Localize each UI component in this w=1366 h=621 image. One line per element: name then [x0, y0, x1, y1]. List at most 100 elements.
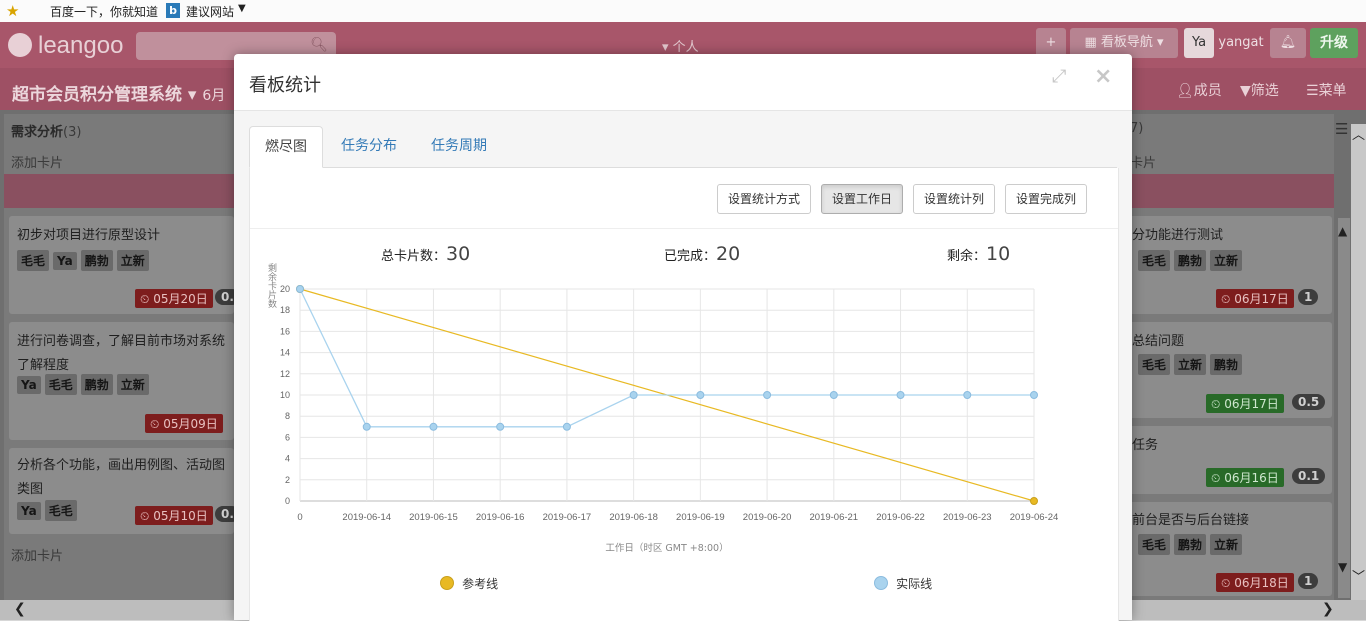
x-tick-label: 2019-06-22 [876, 512, 925, 523]
tab-burndown[interactable]: 燃尽图 [249, 126, 323, 168]
y-tick-label: 10 [280, 390, 290, 400]
card[interactable]: 总结问题 毛毛 立新 鹏勃 ⏲ 06月17日 0.5 [1128, 322, 1332, 418]
card-tags: Ya 毛毛 鹏勃 立新 [17, 374, 153, 395]
legend-reference-swatch [440, 576, 454, 590]
burndown-chart: 0 2 4 6 8 10 12 14 16 18 20 0 2019-06-14 2019-06-15 20… [268, 262, 1059, 554]
card-title: 总结问题 [1132, 334, 1185, 349]
card-tags: Ya 毛毛 [17, 500, 81, 521]
legend-reference-label: 参考线 [462, 577, 499, 591]
actual-point [562, 422, 571, 431]
x-tick-label: 2019-06-20 [743, 512, 792, 523]
column-count: 7) [1130, 121, 1144, 136]
favorite-baidu[interactable]: 百度一下，你就知道 [50, 3, 158, 20]
upgrade-button[interactable]: 升级 [1310, 28, 1358, 58]
expand-icon[interactable]: ⤢ [1052, 66, 1066, 87]
page-scrollbar[interactable] [1351, 124, 1366, 600]
grid-icon: ▦ [1084, 35, 1101, 50]
card-title: 初步对项目进行原型设计 [17, 228, 161, 243]
estimate-badge: 0. [215, 506, 234, 522]
y-tick-label: 18 [280, 305, 290, 315]
legend-actual[interactable]: 实际线 [874, 575, 932, 592]
tab-bar: 燃尽图 任务分布 任务周期 [249, 126, 1117, 168]
actual-point [763, 391, 772, 399]
card[interactable]: 分功能进行测试 毛毛 鹏勃 立新 ⏲ 06月17日 1 [1128, 216, 1332, 314]
favorites-bar: ★ 百度一下，你就知道 b 建议网站 ▼ [0, 0, 1366, 23]
due-date-badge: ⏲ 06月16日 [1206, 468, 1284, 487]
legend-actual-swatch [874, 576, 888, 590]
modal-title: 看板统计 [249, 75, 321, 96]
burndown-chart-area: 总卡片数：30 已完成：20 剩余：10 0 2 4 6 8 10 12 14 16 18 20 0 2… [250, 228, 1118, 621]
board-title[interactable]: 超市会员积分管理系统 ▾ 6月 [12, 80, 225, 105]
close-icon[interactable]: × [1094, 64, 1112, 89]
bell-icon[interactable]: 🔔︎ [1270, 28, 1306, 58]
username[interactable]: yangat [1216, 28, 1266, 58]
actual-point [896, 391, 905, 399]
legend-reference[interactable]: 参考线 [440, 575, 498, 592]
board-stats-modal: 看板统计 ⤢ × 燃尽图 任务分布 任务周期 设置统计方式 设置工作日 设置统计… [234, 54, 1132, 621]
modal-header: 看板统计 ⤢ × [234, 54, 1132, 111]
card[interactable]: 前台是否与后台链接 毛毛 鹏勃 立新 ⏲ 06月18日 1 [1128, 502, 1332, 596]
column-band [4, 174, 238, 208]
due-date-badge: ⏲ 06月18日 [1216, 573, 1294, 592]
card[interactable]: 进行问卷调查，了解目前市场对系统了解程度 Ya 毛毛 鹏勃 立新 ⏲ 05月09日 [9, 322, 234, 440]
estimate-badge: 0.1 [1292, 468, 1326, 484]
actual-point [1030, 391, 1038, 399]
estimate-badge: 1 [1298, 289, 1319, 305]
favorite-suggested-sites[interactable]: 建议网站 [186, 3, 234, 20]
members-button[interactable]: 👤︎成员 [1176, 80, 1222, 100]
estimate-badge: 1 [1298, 573, 1319, 589]
search-icon[interactable]: 🔍︎ [310, 37, 328, 53]
scroll-down-icon[interactable]: ▼ [1338, 560, 1347, 574]
scroll-up-icon[interactable]: ▲ [1338, 224, 1347, 238]
set-stat-method-button[interactable]: 设置统计方式 [717, 184, 812, 214]
avatar[interactable]: Ya [1184, 28, 1214, 58]
menu-button[interactable]: ☰菜单 [1306, 80, 1347, 100]
actual-point [429, 422, 438, 431]
set-done-columns-button[interactable]: 设置完成列 [1005, 184, 1088, 214]
burndown-panel: 设置统计方式 设置工作日 设置统计列 设置完成列 总卡片数：30 已完成：20 … [249, 168, 1119, 621]
add-card-link[interactable]: 添加卡片 [11, 545, 63, 564]
set-workdays-button[interactable]: 设置工作日 [821, 184, 904, 214]
card-tags: 毛毛 Ya 鹏勃 立新 [17, 250, 153, 271]
personal-nav[interactable]: ▾ 个人 [662, 36, 699, 55]
due-date-badge: ⏲ 06月17日 [1216, 289, 1294, 308]
app-logo[interactable]: leangoo [8, 32, 123, 60]
add-card-link[interactable]: 添加卡片 [11, 152, 63, 171]
actual-point [496, 422, 505, 431]
chevron-down-icon[interactable]: ﹀ [1352, 566, 1365, 585]
tab-task-cycle[interactable]: 任务周期 [416, 126, 502, 166]
due-date-badge: ⏲ 06月17日 [1206, 394, 1284, 413]
column-menu-icon[interactable]: ☰ [1335, 120, 1348, 138]
reference-point [1030, 497, 1038, 505]
estimate-badge: 0.5 [1292, 394, 1326, 410]
actual-line [299, 288, 1034, 428]
actual-point [296, 285, 304, 293]
column-title[interactable]: 需求分析(3) [11, 121, 81, 140]
tab-task-distribution[interactable]: 任务分布 [326, 126, 412, 166]
column-band [1126, 174, 1334, 208]
set-stat-columns-button[interactable]: 设置统计列 [913, 184, 996, 214]
y-axis-title: 剩余卡片数 [268, 262, 277, 310]
chevron-up-icon[interactable]: ︿ [1352, 124, 1365, 143]
column-scrollbar[interactable] [1338, 218, 1350, 598]
card-tags: 毛毛 鹏勃 立新 [1138, 534, 1246, 555]
chevron-down-icon[interactable]: ▼ [238, 3, 246, 14]
card[interactable]: 初步对项目进行原型设计 毛毛 Ya 鹏勃 立新 ⏲ 05月20日 0. [9, 216, 240, 314]
actual-point [362, 422, 371, 431]
card-title: 进行问卷调查，了解目前市场对系统了解程度 [17, 334, 226, 373]
x-tick-label: 2019-06-24 [1010, 512, 1059, 523]
card[interactable]: 任务 ⏲ 06月16日 0.1 [1128, 426, 1332, 494]
scroll-right-icon[interactable]: ❯ [1322, 601, 1334, 617]
x-tick-label: 2019-06-17 [543, 512, 592, 523]
card[interactable]: 分析各个功能，画出用例图、活动图类图 Ya 毛毛 ⏲ 05月10日 0. [9, 448, 234, 534]
y-tick-label: 4 [285, 454, 290, 464]
favorites-star-icon[interactable]: ★ [6, 2, 19, 20]
add-card-link[interactable]: 卡片 [1130, 152, 1156, 171]
due-date-badge: ⏲ 05月10日 [135, 506, 213, 525]
filter-button[interactable]: ▼筛选 [1240, 80, 1279, 100]
card-title: 任务 [1132, 438, 1159, 453]
y-tick-label: 2 [285, 475, 290, 485]
due-date-badge: ⏲ 05月20日 [135, 289, 213, 308]
scroll-left-icon[interactable]: ❮ [14, 601, 26, 617]
logo-text: leangoo [38, 32, 124, 59]
